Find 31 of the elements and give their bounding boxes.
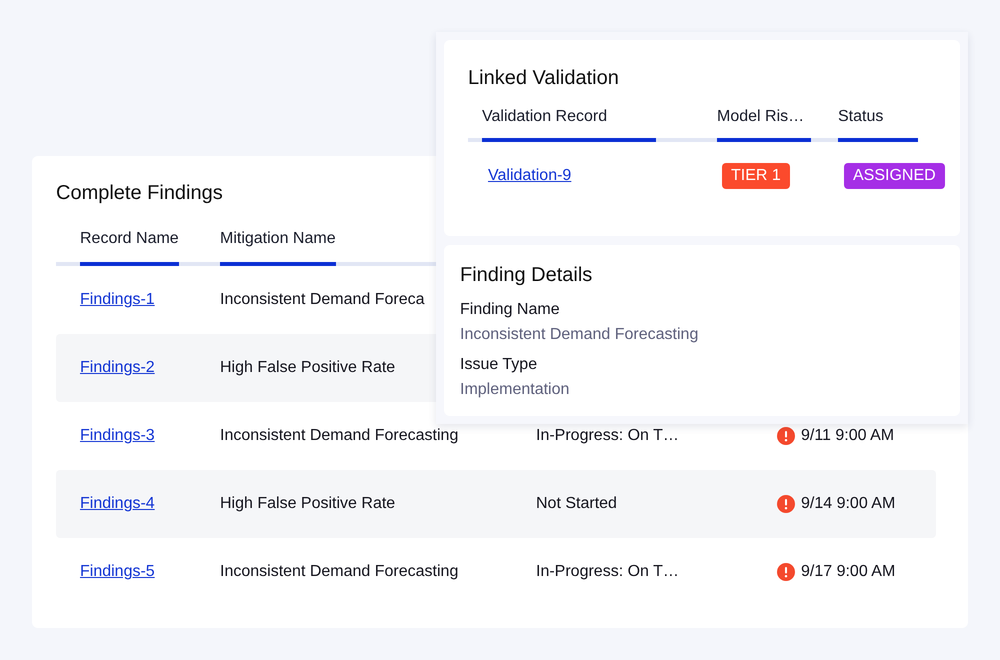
mitigation-name: Inconsistent Demand Forecasting [220, 427, 458, 444]
mitigation-name: High False Positive Rate [220, 495, 396, 512]
column-header[interactable]: Record Name [80, 229, 179, 266]
due-date: 9/17 9:00 AM [801, 563, 896, 581]
risk-tag: TIER 1 [722, 163, 790, 189]
record-link[interactable]: Findings-1 [80, 291, 155, 308]
record-link[interactable]: Findings-4 [80, 495, 155, 512]
mitigation-name: High False Positive Rate [220, 359, 396, 376]
field-value: Implementation [460, 380, 570, 400]
field-label: Finding Name [460, 300, 561, 320]
due-date: 9/11 9:00 AM [801, 427, 894, 445]
status-text: Not Started [536, 495, 617, 512]
mitigation-name: Inconsistent Demand Forecasting [220, 563, 458, 580]
card-title: Finding Details [460, 263, 594, 288]
validation-link[interactable]: Validation-9 [488, 167, 572, 184]
card-title: Complete Findings [56, 181, 224, 206]
mitigation-name: Inconsistent Demand Foreca [220, 291, 425, 308]
record-link[interactable]: Findings-5 [80, 563, 155, 580]
status-text: In-Progress: On T… [536, 427, 679, 444]
due-date: 9/14 9:00 AM [801, 495, 896, 513]
card-title: Linked Validation [468, 66, 620, 91]
column-header[interactable]: Validation Record [482, 107, 656, 142]
field-value: Inconsistent Demand Forecasting [460, 325, 700, 345]
status-text: In-Progress: On T… [536, 563, 679, 580]
column-header[interactable]: Mitigation Name [220, 229, 336, 266]
column-header[interactable]: Model Ris… [717, 107, 811, 142]
field-label: Issue Type [460, 355, 538, 375]
column-header[interactable]: Status [838, 107, 918, 142]
record-link[interactable]: Findings-2 [80, 359, 155, 376]
status-tag: ASSIGNED [844, 163, 945, 189]
record-link[interactable]: Findings-3 [80, 427, 155, 444]
